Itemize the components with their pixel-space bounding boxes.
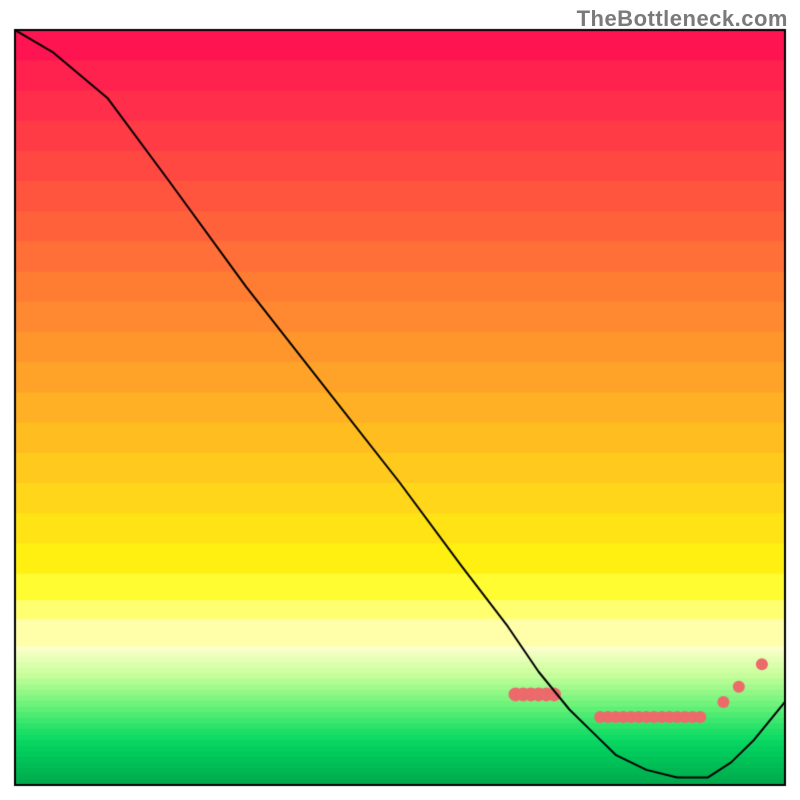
chart-container: TheBottleneck.com — [0, 0, 800, 800]
watermark-text: TheBottleneck.com — [577, 6, 788, 32]
chart-plot — [0, 0, 800, 800]
